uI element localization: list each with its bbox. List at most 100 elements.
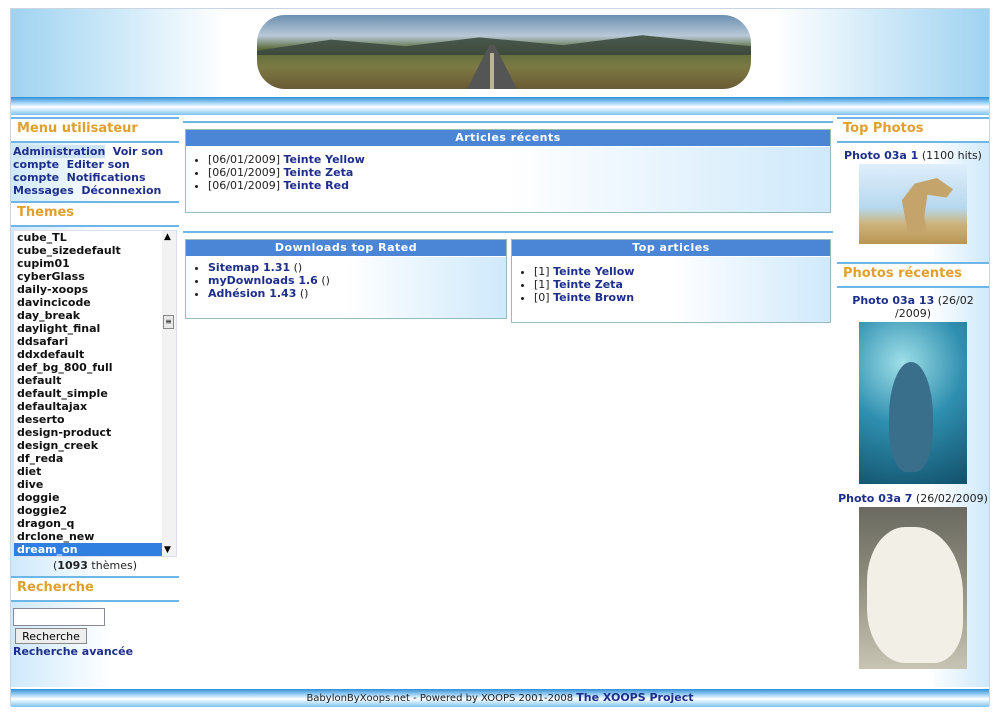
article-link[interactable]: Teinte Zeta <box>553 278 623 291</box>
scroll-up-arrow-icon[interactable]: ▲ <box>164 232 171 242</box>
theme-option[interactable]: daily-xoops <box>14 283 162 296</box>
search-title: Recherche <box>11 576 179 602</box>
left-column: Menu utilisateur Administration Voir son… <box>11 117 179 687</box>
downloads-list: Sitemap 1.31 () myDownloads 1.6 () Adhés… <box>186 261 506 300</box>
recent-photo-caption: Photo 03a 7 (26/02/2009) <box>837 492 989 505</box>
themes-count-label: thèmes <box>91 559 133 572</box>
download-link[interactable]: Sitemap 1.31 <box>208 261 290 274</box>
theme-option[interactable]: doggie2 <box>14 504 162 517</box>
theme-option[interactable]: df_reda <box>14 452 162 465</box>
theme-option[interactable]: dragon_q <box>14 517 162 530</box>
top-articles-title: Top articles <box>512 240 830 257</box>
recent-photo-link[interactable]: Photo 03a 13 <box>852 294 934 307</box>
theme-option[interactable]: design-product <box>14 426 162 439</box>
theme-option[interactable]: def_bg_800_full <box>14 361 162 374</box>
theme-option[interactable]: default_simple <box>14 387 162 400</box>
list-item: [06/01/2009] Teinte Yellow <box>208 153 830 166</box>
theme-option[interactable]: cube_TL <box>14 231 162 244</box>
menu-link-administration[interactable]: Administration <box>13 145 106 158</box>
camel-photo[interactable] <box>859 164 967 244</box>
themes-select-list[interactable]: cube_TL cube_sizedefault cupim01 cyberGlass… <box>13 230 177 557</box>
list-item: Adhésion 1.43 () <box>208 287 506 300</box>
top-photo-link[interactable]: Photo 03a 1 <box>844 149 918 162</box>
recent-photo-caption: Photo 03a 13 (26/02 /2009) <box>837 294 989 320</box>
article-link[interactable]: Teinte Yellow <box>283 153 364 166</box>
theme-option[interactable]: dive <box>14 478 162 491</box>
top-photo-caption: Photo 03a 1 (1100 hits) <box>837 149 989 162</box>
menu-link-deconnexion[interactable]: Déconnexion <box>81 184 161 197</box>
banner-road-line <box>490 53 494 89</box>
theme-option[interactable]: cube_sizedefault <box>14 244 162 257</box>
recent-articles-title: Articles récents <box>186 130 830 147</box>
page-frame: Menu utilisateur Administration Voir son… <box>10 8 990 707</box>
theme-option[interactable]: cyberGlass <box>14 270 162 283</box>
center-column: Articles récents [06/01/2009] Teinte Yel… <box>183 117 833 687</box>
search-button[interactable]: Recherche <box>15 628 87 644</box>
theme-option[interactable]: design_creek <box>14 439 162 452</box>
search-block: Recherche Recherche avancée <box>11 602 179 660</box>
menu-link-messages[interactable]: Messages <box>13 184 74 197</box>
banner-hills <box>257 35 751 55</box>
theme-option[interactable]: doggie <box>14 491 162 504</box>
article-link[interactable]: Teinte Red <box>283 179 348 192</box>
article-count: [0] <box>534 291 550 304</box>
theme-option[interactable]: daylight_final <box>14 322 162 335</box>
right-column: Top Photos Photo 03a 1 (1100 hits) Photo… <box>837 117 989 687</box>
scroll-thumb[interactable]: ≡ <box>163 315 174 329</box>
downloads-block: Downloads top Rated Sitemap 1.31 () myDo… <box>185 239 507 319</box>
theme-option[interactable]: diet <box>14 465 162 478</box>
menu-link-notifications[interactable]: Notifications <box>67 171 146 184</box>
article-link[interactable]: Teinte Brown <box>553 291 634 304</box>
list-item: [1] Teinte Zeta <box>534 278 830 291</box>
top-articles-list: [1] Teinte Yellow [1] Teinte Zeta [0] Te… <box>512 265 830 304</box>
center-divider-2 <box>183 231 833 233</box>
article-count: [1] <box>534 278 550 291</box>
theme-option[interactable]: ddsafari <box>14 335 162 348</box>
theme-option[interactable]: davincicode <box>14 296 162 309</box>
bear-fur <box>867 527 963 663</box>
article-link[interactable]: Teinte Zeta <box>283 166 353 179</box>
recent-photos-title: Photos récentes <box>837 262 989 288</box>
top-nav-bar <box>11 97 989 115</box>
recent-articles-block: Articles récents [06/01/2009] Teinte Yel… <box>185 129 831 213</box>
polar-bear-photo[interactable] <box>859 507 967 669</box>
list-item: [06/01/2009] Teinte Zeta <box>208 166 830 179</box>
dolphin-photo[interactable] <box>859 322 967 484</box>
themes-scrollbar[interactable]: ▲ ≡ ▼ <box>162 231 176 556</box>
user-menu: Administration Voir son compte Editer so… <box>11 143 179 201</box>
top-articles-block: Top articles [1] Teinte Yellow [1] Teint… <box>511 239 831 323</box>
article-date: [06/01/2009] <box>208 179 280 192</box>
recent-photo-link[interactable]: Photo 03a 7 <box>838 492 912 505</box>
theme-option[interactable]: deserto <box>14 413 162 426</box>
download-rating: () <box>293 261 303 274</box>
download-rating: () <box>321 274 330 287</box>
list-item: [06/01/2009] Teinte Red <box>208 179 830 192</box>
header <box>11 9 989 97</box>
top-photo-hits: (1100 hits) <box>921 149 982 162</box>
top-photos-title: Top Photos <box>837 117 989 143</box>
theme-option[interactable]: cupim01 <box>14 257 162 270</box>
advanced-search-link[interactable]: Recherche avancée <box>13 645 177 658</box>
article-link[interactable]: Teinte Yellow <box>553 265 634 278</box>
footer-xoops-link[interactable]: The XOOPS Project <box>576 691 693 704</box>
search-input[interactable] <box>13 608 105 626</box>
themes-title: Themes <box>11 201 179 227</box>
download-link[interactable]: Adhésion 1.43 <box>208 287 296 300</box>
list-item: [1] Teinte Yellow <box>534 265 830 278</box>
article-date: [06/01/2009] <box>208 166 280 179</box>
theme-option[interactable]: default <box>14 374 162 387</box>
scroll-down-arrow-icon[interactable]: ▼ <box>164 545 171 555</box>
camel-head <box>901 178 953 234</box>
recent-photo-date: (26/02/2009) <box>915 492 988 505</box>
theme-option[interactable]: defaultajax <box>14 400 162 413</box>
theme-option[interactable]: drclone_new <box>14 530 162 543</box>
center-divider <box>183 121 833 123</box>
theme-option[interactable]: dream_on <box>14 543 162 556</box>
themes-options[interactable]: cube_TL cube_sizedefault cupim01 cyberGlass… <box>14 231 162 556</box>
recent-articles-list: [06/01/2009] Teinte Yellow [06/01/2009] … <box>186 153 830 192</box>
themes-count: (1093 thèmes) <box>53 559 137 572</box>
theme-option[interactable]: day_break <box>14 309 162 322</box>
theme-option[interactable]: ddxdefault <box>14 348 162 361</box>
download-link[interactable]: myDownloads 1.6 <box>208 274 318 287</box>
